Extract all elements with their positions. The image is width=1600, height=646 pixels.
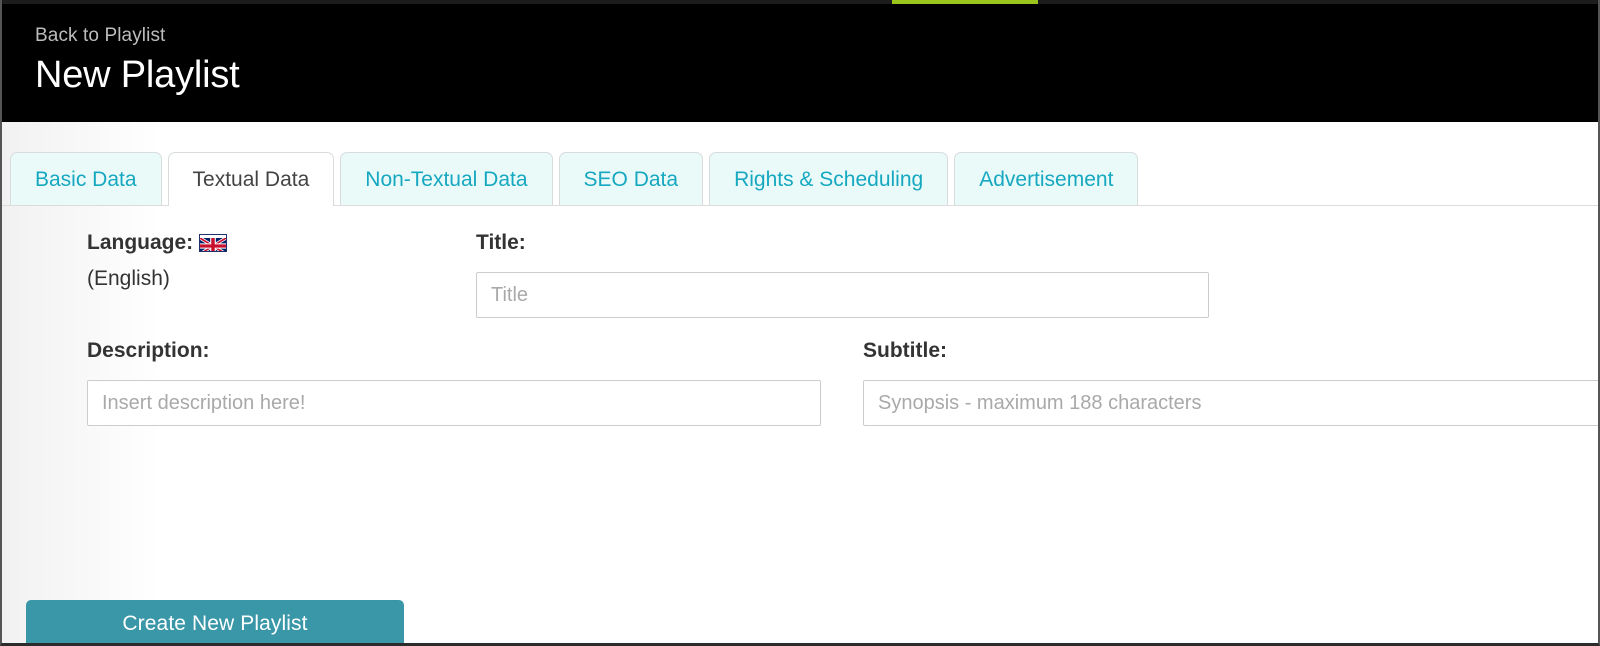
page-title: New Playlist [35, 54, 240, 96]
description-label: Description: [87, 339, 210, 362]
language-label: Language: [87, 231, 194, 254]
description-field-group: Description: [87, 338, 821, 426]
tab-advertisement[interactable]: Advertisement [954, 152, 1139, 205]
language-field-group: Language: (English) [87, 230, 228, 292]
description-input[interactable] [87, 380, 821, 426]
app-window: Back to Playlist New Playlist Basic Data… [0, 0, 1600, 646]
tab-label: Non-Textual Data [365, 167, 528, 191]
back-to-playlist-link[interactable]: Back to Playlist [35, 24, 165, 48]
uk-flag-svg [200, 236, 227, 251]
tab-label: Basic Data [35, 167, 137, 191]
tab-basic-data[interactable]: Basic Data [10, 152, 162, 205]
tab-seo-data[interactable]: SEO Data [558, 152, 704, 205]
tab-rights-scheduling[interactable]: Rights & Scheduling [709, 152, 949, 205]
language-value: (English) [87, 267, 170, 290]
tab-textual-data[interactable]: Textual Data [167, 152, 335, 206]
uk-flag-icon [199, 234, 228, 252]
tab-label: Textual Data [192, 168, 310, 191]
page-load-progress-bar [2, 0, 1598, 4]
title-label: Title: [476, 231, 526, 254]
page-header: Back to Playlist New Playlist [2, 4, 1598, 122]
title-input[interactable] [476, 272, 1209, 318]
tab-label: Rights & Scheduling [734, 167, 924, 191]
tab-non-textual-data[interactable]: Non-Textual Data [340, 152, 553, 205]
create-new-playlist-button[interactable]: Create New Playlist [26, 600, 404, 643]
subtitle-input[interactable] [863, 380, 1598, 426]
subtitle-field-group: Subtitle: [863, 338, 1598, 426]
tab-bar: Basic Data Textual Data Non-Textual Data… [2, 152, 1598, 206]
subtitle-label: Subtitle: [863, 339, 947, 362]
content-panel: Basic Data Textual Data Non-Textual Data… [2, 122, 1598, 643]
tab-label: SEO Data [583, 167, 679, 191]
page-load-progress-fill [892, 0, 1038, 4]
tab-label: Advertisement [979, 167, 1114, 191]
title-field-group: Title: [476, 230, 1209, 318]
language-label-row: Language: [87, 230, 228, 256]
